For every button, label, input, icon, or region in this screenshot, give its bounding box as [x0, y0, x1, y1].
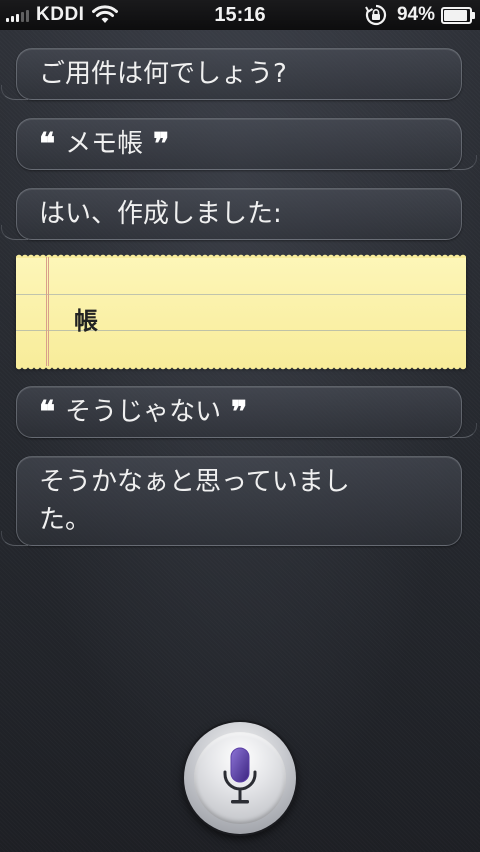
user-query-text-1: メモ帳 [65, 129, 144, 159]
rotation-lock-icon [365, 4, 387, 26]
mic-button-face [194, 732, 286, 824]
user-query-bubble-2[interactable]: ❝ そうじゃない ❞ [16, 386, 477, 438]
siri-mic-button[interactable] [184, 722, 296, 834]
open-quote-icon: ❝ [39, 395, 56, 430]
battery-percent: 94% [396, 4, 435, 25]
close-quote-icon: ❞ [231, 395, 248, 430]
siri-reply-bubble-2: そうかなぁと思っていました。 [1, 456, 462, 546]
note-card[interactable]: 帳 [16, 254, 466, 370]
note-margin-line [46, 257, 49, 367]
siri-reply-text-1: はい、作成しました: [39, 199, 282, 229]
close-quote-icon: ❞ [153, 127, 170, 162]
user-query-text-2: そうじゃない [65, 397, 222, 427]
user-query-bubble-1[interactable]: ❝ メモ帳 ❞ [16, 118, 477, 170]
open-quote-icon: ❝ [39, 127, 56, 162]
battery-icon [441, 6, 475, 24]
note-text: 帳 [74, 307, 98, 335]
battery-fill [444, 9, 468, 21]
siri-reply-bubble-1: はい、作成しました: [1, 188, 462, 240]
status-right: 94% [365, 4, 475, 26]
siri-prompt-bubble: ご用件は何でしょう? [1, 48, 462, 100]
microphone-icon [223, 747, 257, 804]
siri-reply-text-2: そうかなぁと思っていました。 [39, 467, 350, 535]
siri-prompt-text: ご用件は何でしょう? [39, 59, 287, 89]
status-bar: KDDI 15:16 94% [0, 0, 480, 30]
